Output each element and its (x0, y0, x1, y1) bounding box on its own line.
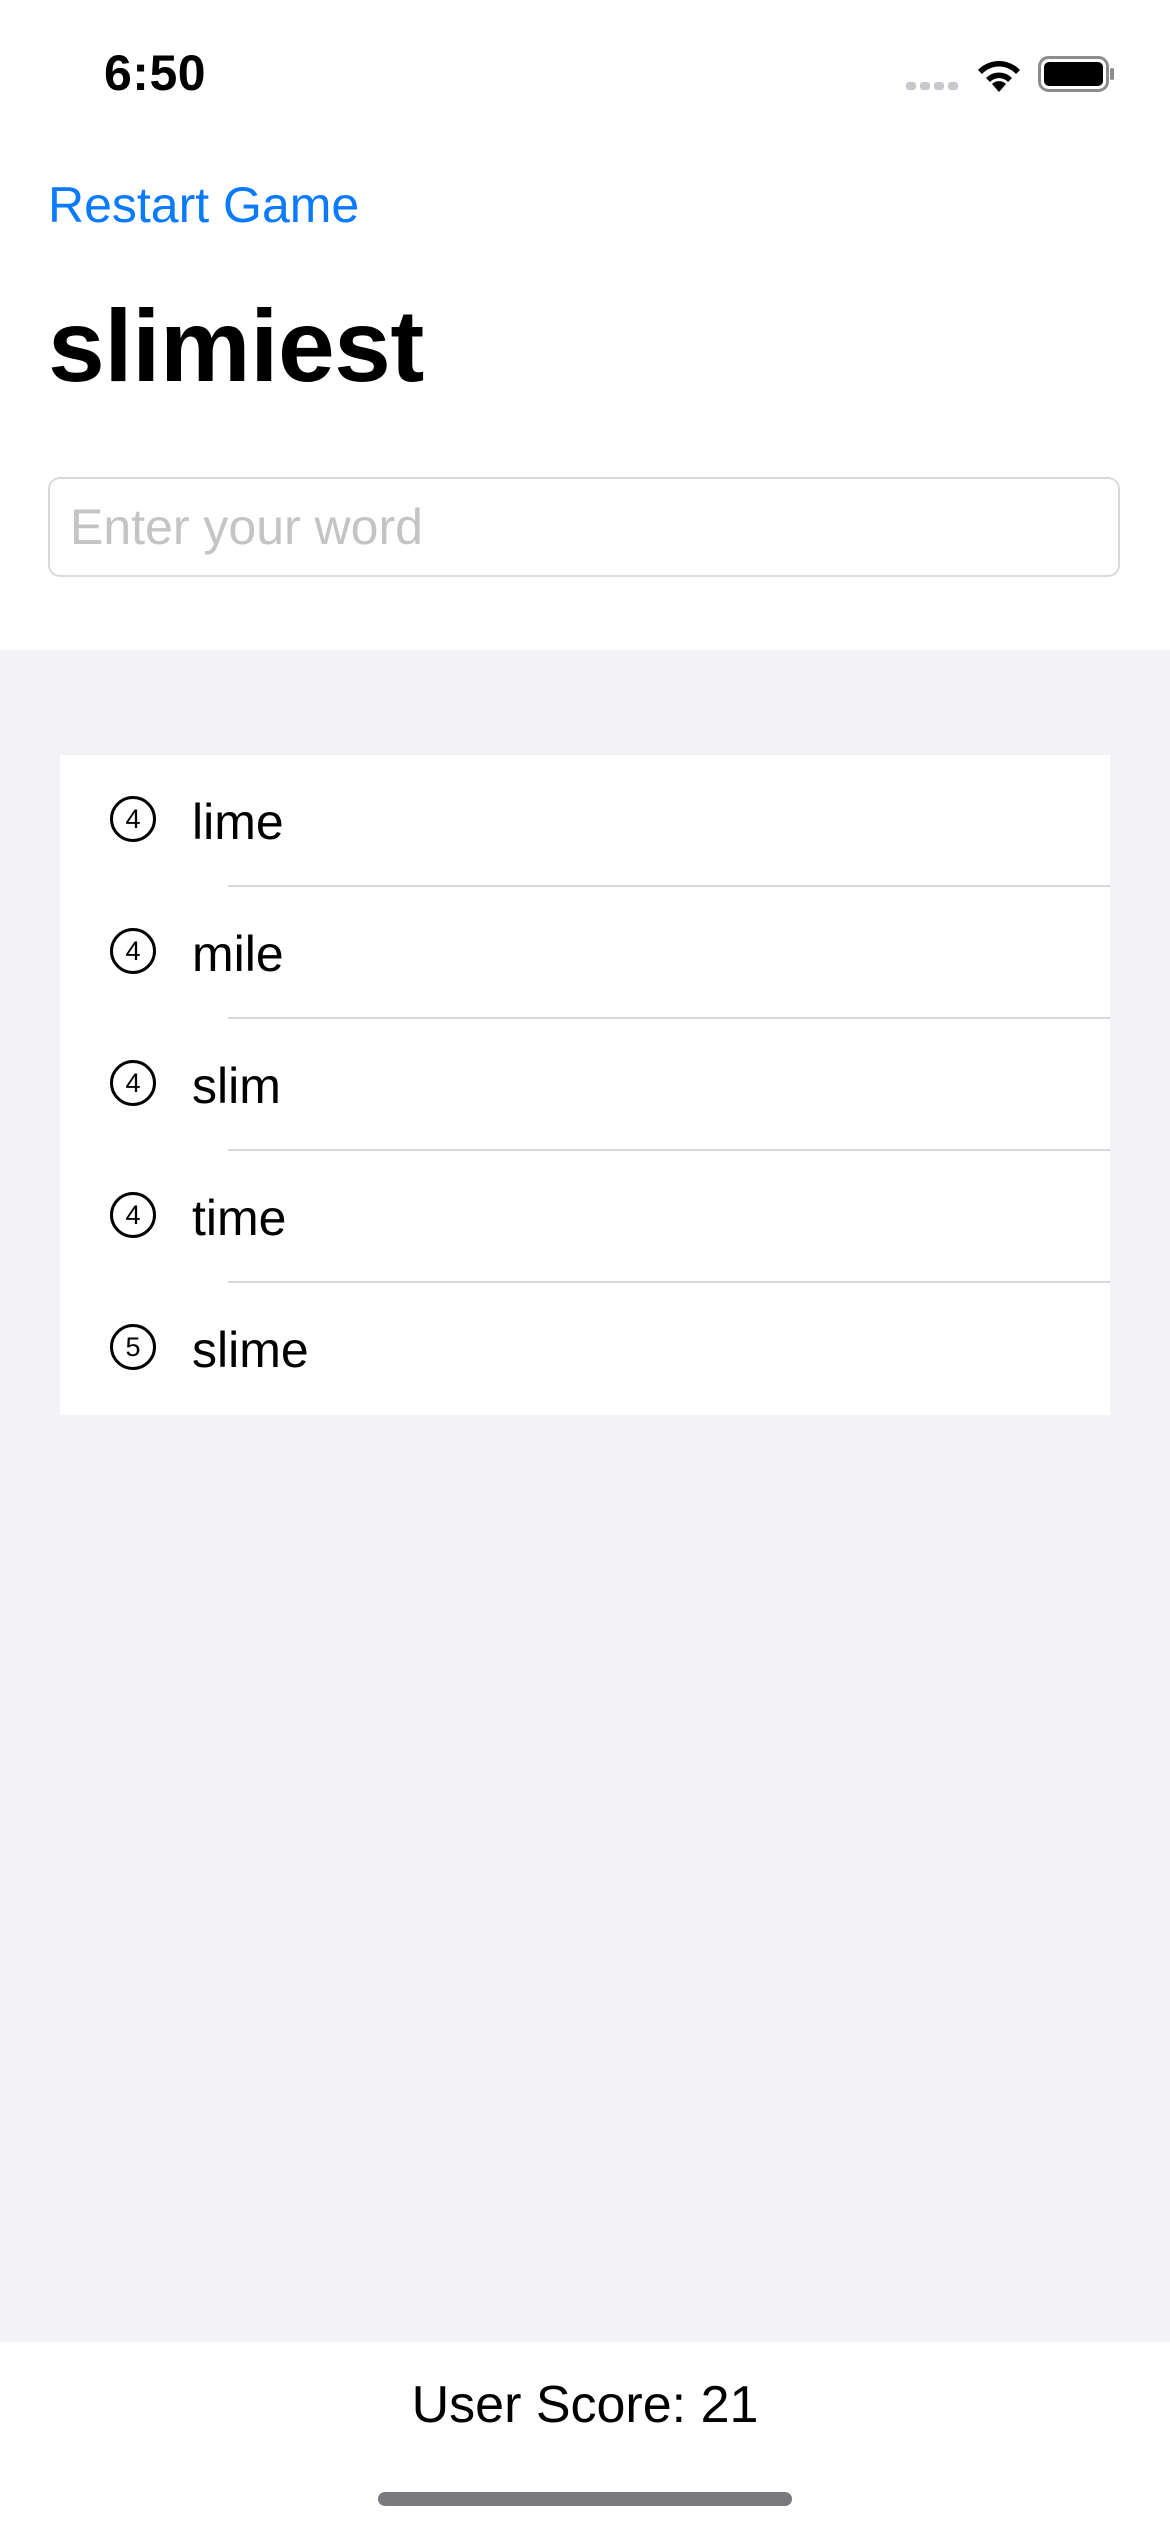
letter-count-circle-icon: 4 (110, 1192, 156, 1238)
word-label: mile (192, 926, 284, 982)
word-label: slime (192, 1322, 309, 1378)
root-word-title: slimiest (48, 289, 424, 403)
word-label: slim (192, 1058, 281, 1114)
used-words-section: 4 lime 4 mile 4 slim 4 time 5 slime (0, 650, 1170, 2342)
letter-count-circle-icon: 4 (110, 1060, 156, 1106)
word-label: lime (192, 794, 284, 850)
restart-game-button[interactable]: Restart Game (48, 176, 359, 234)
word-row[interactable]: 4 lime (60, 755, 1110, 887)
battery-icon (1038, 56, 1114, 92)
score-bar: User Score: 21 (0, 2342, 1170, 2532)
used-words-list[interactable]: 4 lime 4 mile 4 slim 4 time 5 slime (60, 755, 1110, 1415)
status-time: 6:50 (104, 45, 207, 101)
word-input[interactable] (48, 477, 1120, 577)
word-row[interactable]: 4 time (60, 1151, 1110, 1283)
letter-count-circle-icon: 5 (110, 1324, 156, 1370)
word-row[interactable]: 4 slim (60, 1019, 1110, 1151)
word-label: time (192, 1190, 287, 1246)
letter-count-circle-icon: 4 (110, 796, 156, 842)
home-indicator[interactable] (378, 2492, 792, 2506)
word-row[interactable]: 4 mile (60, 887, 1110, 1019)
user-score-label: User Score: 21 (411, 2376, 759, 2434)
word-row[interactable]: 5 slime (60, 1283, 1110, 1415)
status-bar: 6:50 (0, 0, 1170, 150)
wifi-icon (978, 61, 1020, 92)
cellular-signal-icon (906, 82, 958, 90)
letter-count-circle-icon: 4 (110, 928, 156, 974)
